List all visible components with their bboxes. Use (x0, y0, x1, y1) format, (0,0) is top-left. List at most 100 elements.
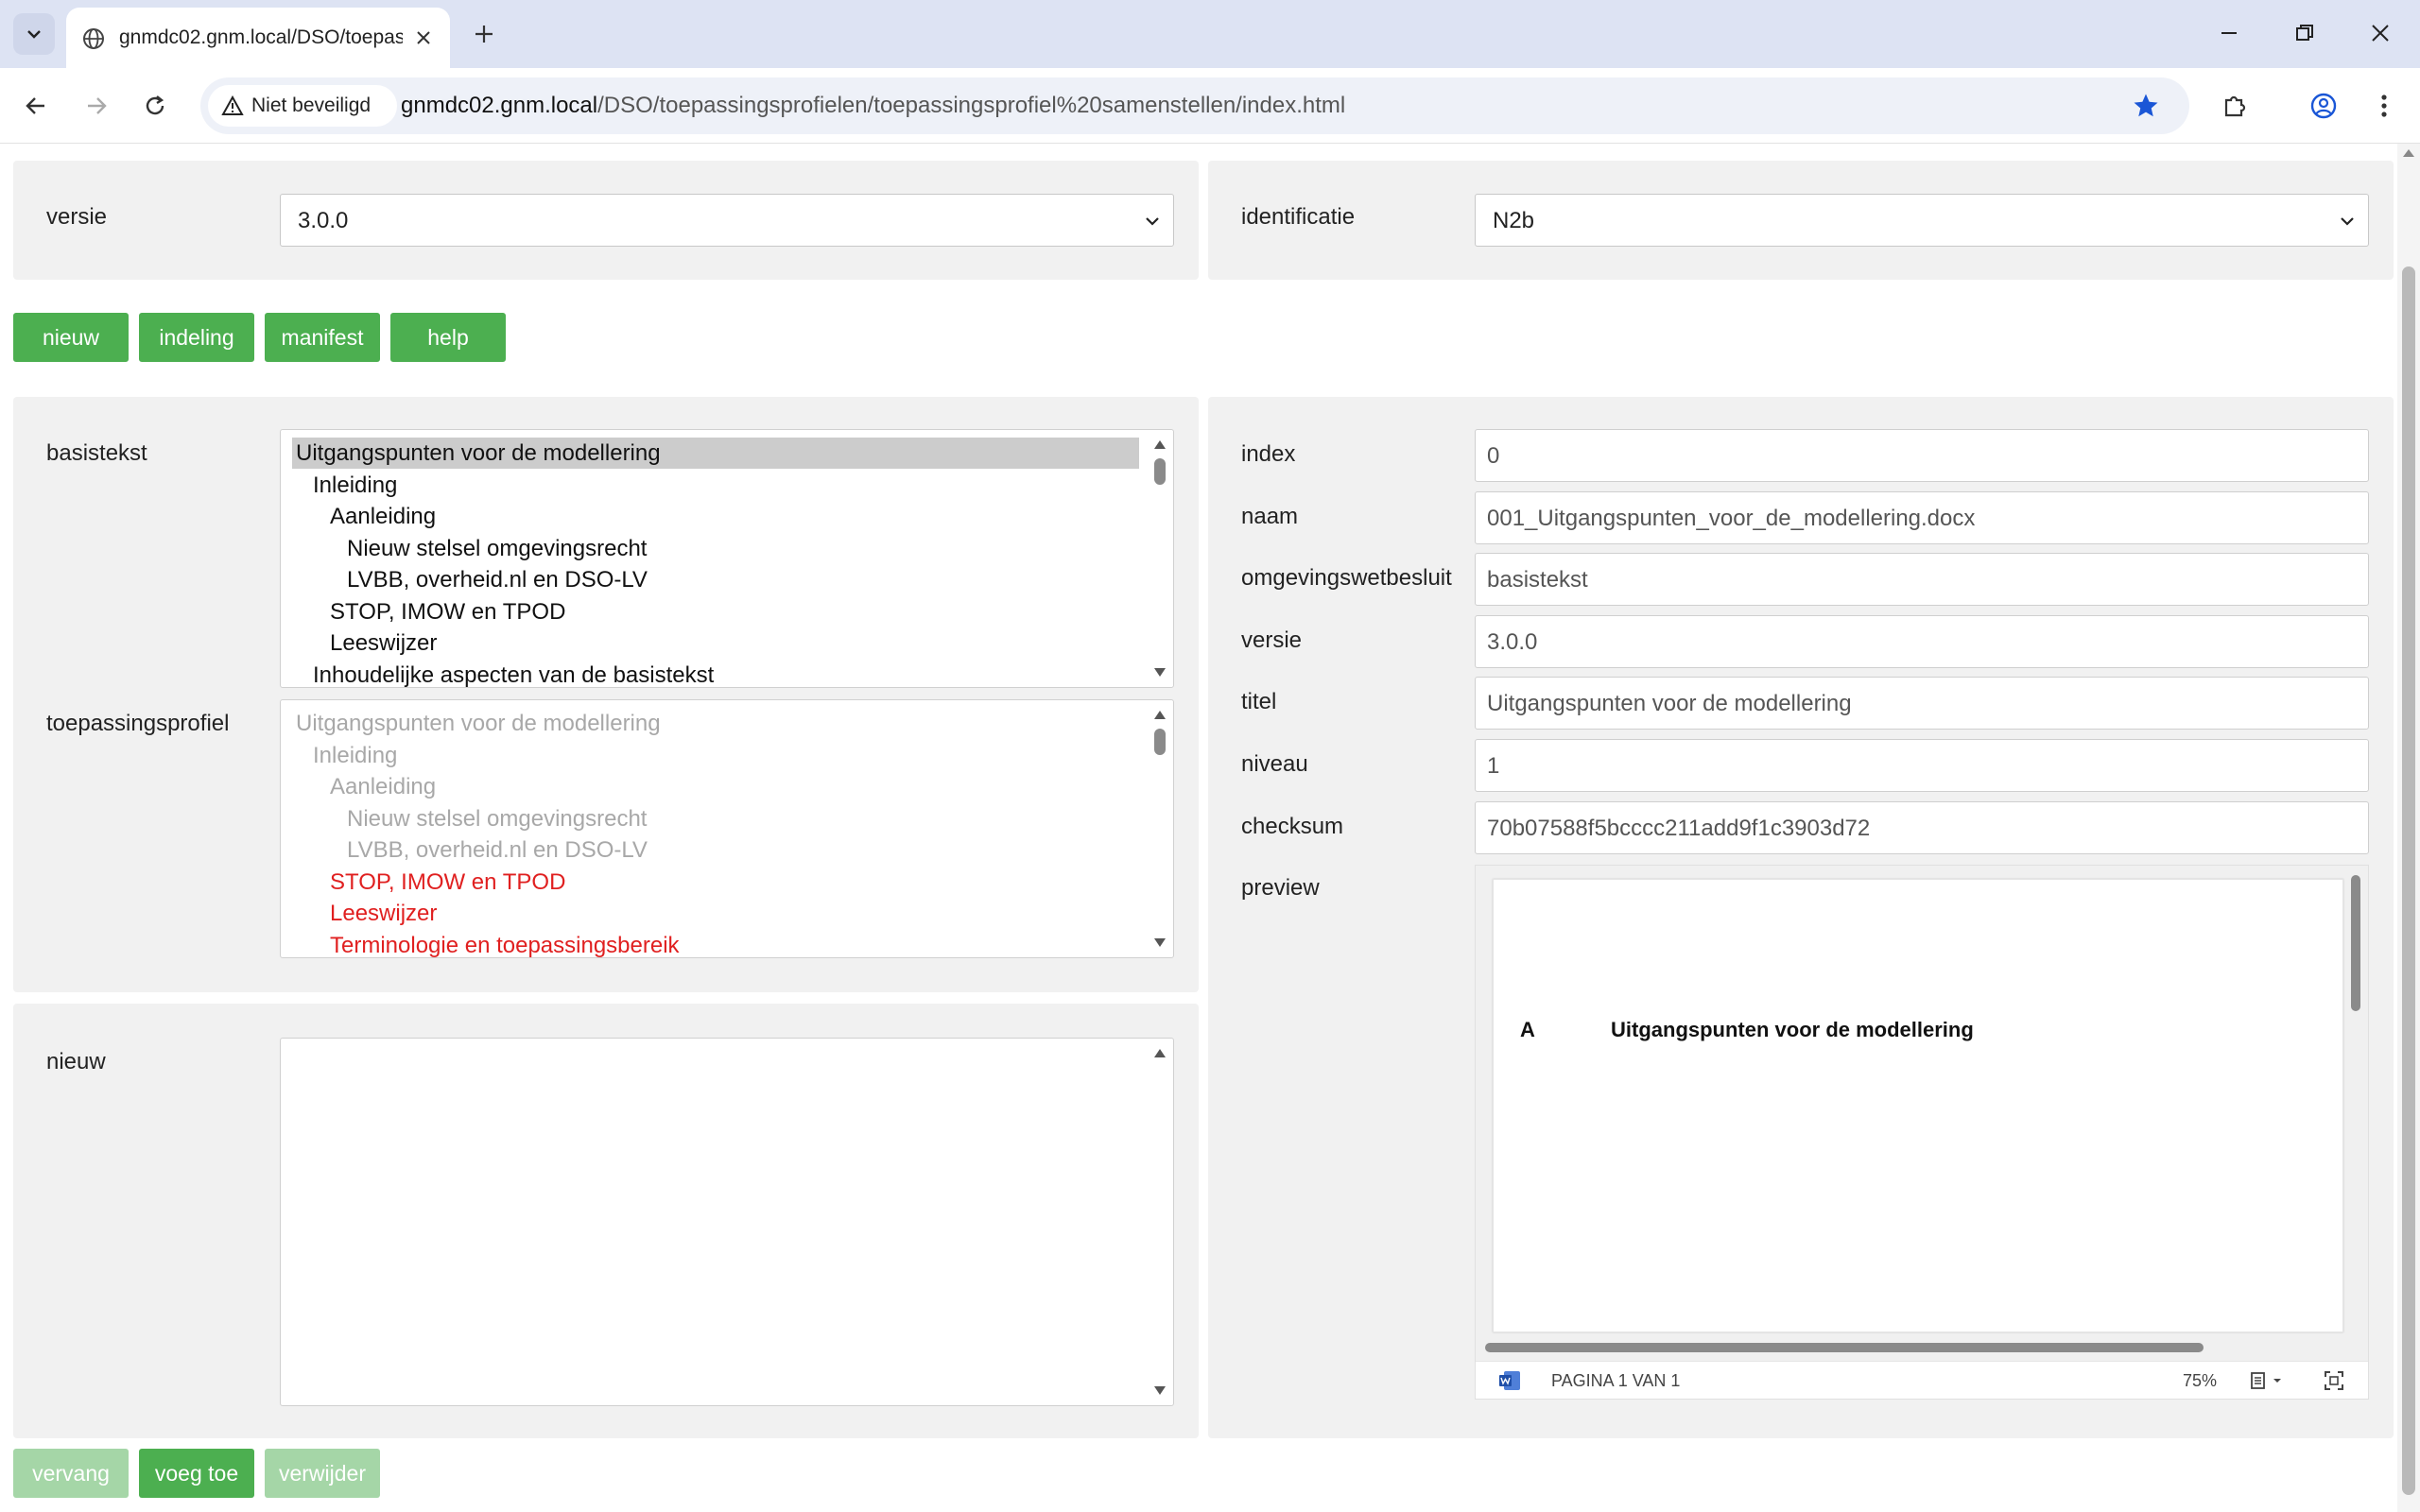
structure-panel: basistekst Inhoudelijke aspecten van de … (13, 397, 1199, 992)
page-scrollbar[interactable] (2397, 144, 2420, 1512)
chevron-down-icon (27, 30, 41, 39)
scroll-down-icon[interactable] (1152, 1384, 1167, 1398)
tree-item[interactable]: Inhoudelijke aspecten van de basistekst (292, 660, 714, 688)
tree-item[interactable]: Leeswijzer (292, 898, 437, 929)
niveau-value: 1 (1487, 753, 1500, 779)
omgevingswetbesluit-label: omgevingswetbesluit (1241, 565, 1452, 591)
omgevingswetbesluit-value: basistekst (1487, 567, 1588, 593)
checksum-value: 70b07588f5bcccc211add9f1c3903d72 (1487, 816, 1871, 841)
tree-item[interactable]: Uitgangspunten voor de modellering (292, 438, 1139, 469)
preview-label: preview (1241, 875, 1320, 901)
basistekst-label: basistekst (46, 440, 147, 466)
preview-status-bar: PAGINA 1 VAN 1 75% (1476, 1361, 2368, 1399)
address-bar[interactable]: Niet beveiligd gnmdc02.gnm.local/DSO/toe… (200, 77, 2189, 134)
index-field[interactable]: 0 (1475, 429, 2369, 482)
scroll-up-icon[interactable] (2401, 147, 2416, 159)
basistekst-scrollbar[interactable] (1147, 430, 1173, 687)
nieuw-button[interactable]: nieuw (13, 313, 129, 362)
url-path: /DSO/toepassingsprofielen/toepassingspro… (597, 93, 1346, 118)
index-label: index (1241, 441, 1296, 467)
versie-detail-field[interactable]: 3.0.0 (1475, 615, 2369, 668)
reading-view-icon[interactable] (2249, 1369, 2287, 1392)
restore-button[interactable] (2276, 9, 2333, 57)
profile-button[interactable] (2303, 85, 2344, 127)
browser-toolbar: Niet beveiligd gnmdc02.gnm.local/DSO/toe… (0, 68, 2420, 144)
vervang-button[interactable]: vervang (13, 1449, 129, 1498)
arrow-left-icon (26, 97, 44, 114)
scroll-down-icon[interactable] (1152, 666, 1167, 679)
tree-item[interactable]: Aanleiding (292, 501, 436, 532)
star-icon (2134, 94, 2158, 117)
security-chip[interactable]: Niet beveiligd (208, 85, 397, 127)
account-icon (2310, 93, 2337, 119)
checksum-field[interactable]: 70b07588f5bcccc211add9f1c3903d72 (1475, 801, 2369, 854)
manifest-button[interactable]: manifest (265, 313, 380, 362)
tree-item[interactable]: Inleiding (292, 470, 397, 501)
close-window-button[interactable] (2352, 9, 2409, 57)
versie-select[interactable]: 3.0.0 (280, 194, 1174, 247)
security-label: Niet beveiligd (251, 94, 372, 116)
browser-menu-button[interactable] (2363, 85, 2405, 127)
tree-item[interactable]: Terminologie en toepassingsbereik (292, 930, 680, 958)
tree-item[interactable]: STOP, IMOW en TPOD (292, 596, 565, 627)
tree-item[interactable]: LVBB, overheid.nl en DSO-LV (292, 564, 648, 595)
arrow-right-icon (88, 97, 107, 114)
niveau-field[interactable]: 1 (1475, 739, 2369, 792)
nieuw-listbox[interactable] (280, 1038, 1174, 1406)
tree-item[interactable]: STOP, IMOW en TPOD (292, 867, 565, 898)
scroll-up-icon[interactable] (1152, 708, 1167, 721)
identificatie-select[interactable]: N2b (1475, 194, 2369, 247)
chevron-down-icon (1146, 217, 1159, 226)
tree-item[interactable]: Uitgangspunten voor de modellering (292, 708, 661, 739)
tree-item[interactable]: Nieuw stelsel omgevingsrecht (292, 533, 647, 564)
new-tab-button[interactable] (465, 15, 503, 53)
close-tab-button[interactable] (408, 23, 439, 53)
help-button[interactable]: help (390, 313, 506, 362)
indeling-button[interactable]: indeling (139, 313, 254, 362)
page-scroll-thumb[interactable] (2402, 266, 2415, 1495)
preview-page: A Uitgangspunten voor de modellering (1493, 879, 2343, 1332)
scroll-thumb[interactable] (1154, 729, 1166, 755)
extensions-button[interactable] (2214, 85, 2256, 127)
tree-item[interactable]: Aanleiding (292, 771, 436, 802)
niveau-label: niveau (1241, 751, 1308, 777)
document-preview[interactable]: A Uitgangspunten voor de modellering PAG… (1475, 865, 2369, 1400)
chevron-down-icon (2341, 217, 2354, 226)
scroll-thumb[interactable] (1154, 458, 1166, 485)
tab-list-button[interactable] (13, 13, 55, 55)
fullscreen-icon[interactable] (2323, 1369, 2345, 1392)
browser-tab[interactable]: gnmdc02.gnm.local/DSO/toepassingsprofiel… (66, 8, 450, 68)
nieuw-scrollbar[interactable] (1147, 1039, 1173, 1405)
tree-item[interactable]: Nieuw stelsel omgevingsrecht (292, 803, 647, 834)
scroll-up-icon[interactable] (1152, 1046, 1167, 1059)
tree-item[interactable]: Inleiding (292, 740, 397, 771)
scroll-up-icon[interactable] (1152, 438, 1167, 451)
toepassingsprofiel-listbox[interactable]: Terminologie en toepassingsbereik Leeswij… (280, 699, 1174, 958)
tree-item[interactable]: LVBB, overheid.nl en DSO-LV (292, 834, 648, 866)
tab-title: gnmdc02.gnm.local/DSO/toepassingsprofiel… (119, 26, 403, 48)
minimize-button[interactable] (2201, 9, 2257, 57)
naam-label: naam (1241, 504, 1299, 529)
basistekst-listbox[interactable]: Inhoudelijke aspecten van de basistekst L… (280, 429, 1174, 688)
preview-letter: A (1520, 1018, 1535, 1041)
naam-field[interactable]: 001_Uitgangspunten_voor_de_modellering.d… (1475, 491, 2369, 544)
preview-vertical-scroll-thumb[interactable] (2351, 875, 2360, 1011)
voeg-toe-button[interactable]: voeg toe (139, 1449, 254, 1498)
preview-zoom[interactable]: 75% (2183, 1371, 2217, 1391)
bookmark-star-button[interactable] (2129, 89, 2163, 123)
index-value: 0 (1487, 443, 1500, 469)
tree-item[interactable]: Leeswijzer (292, 627, 437, 659)
back-button[interactable] (15, 85, 57, 127)
scroll-down-icon[interactable] (1152, 936, 1167, 950)
toepassingsprofiel-scrollbar[interactable] (1147, 700, 1173, 957)
identificatie-select-value: N2b (1493, 208, 1535, 233)
titel-field[interactable]: Uitgangspunten voor de modellering (1475, 677, 2369, 730)
omgevingswetbesluit-field[interactable]: basistekst (1475, 553, 2369, 606)
forward-button[interactable] (76, 85, 117, 127)
verwijder-button[interactable]: verwijder (265, 1449, 380, 1498)
preview-horizontal-scroll-thumb[interactable] (1485, 1343, 2204, 1352)
globe-icon (83, 28, 104, 49)
warning-icon (221, 95, 244, 115)
nieuw-label: nieuw (46, 1049, 106, 1074)
reload-button[interactable] (134, 85, 176, 127)
